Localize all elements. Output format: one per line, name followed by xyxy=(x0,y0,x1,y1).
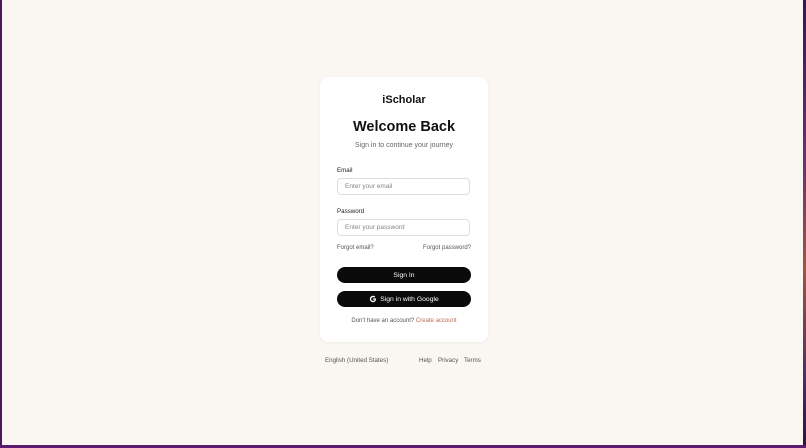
create-account-link[interactable]: Create account xyxy=(416,318,457,324)
footer-help-link[interactable]: Help xyxy=(419,357,432,364)
sign-in-card: iScholar Welcome Back Sign in to continu… xyxy=(320,77,488,342)
email-field[interactable] xyxy=(337,178,470,195)
forgot-email-link[interactable]: Forgot email? xyxy=(337,245,374,251)
google-button-label: Sign in with Google xyxy=(380,295,439,303)
footer-privacy-link[interactable]: Privacy xyxy=(438,357,458,364)
sign-in-button-label: Sign In xyxy=(393,271,415,279)
email-label: Email xyxy=(337,167,353,174)
google-sign-in-button[interactable]: Sign in with Google xyxy=(337,291,471,307)
page-title: Welcome Back xyxy=(352,119,456,135)
google-g-icon xyxy=(369,295,377,303)
page-background: iScholar Welcome Back Sign in to continu… xyxy=(2,0,803,445)
footer-terms-link[interactable]: Terms xyxy=(464,357,481,364)
signup-prompt-text: Don't have an account? xyxy=(351,318,415,324)
password-label: Password xyxy=(337,208,365,215)
forgot-password-link[interactable]: Forgot password? xyxy=(423,245,471,251)
page-subtitle: Sign in to continue your journey xyxy=(354,142,454,149)
password-field[interactable] xyxy=(337,219,470,236)
brand-logo-text: iScholar xyxy=(382,94,426,106)
signup-prompt: Don't have an account? Create account xyxy=(320,318,488,324)
sign-in-button[interactable]: Sign In xyxy=(337,267,471,283)
language-selector[interactable]: English (United States) xyxy=(325,357,388,364)
